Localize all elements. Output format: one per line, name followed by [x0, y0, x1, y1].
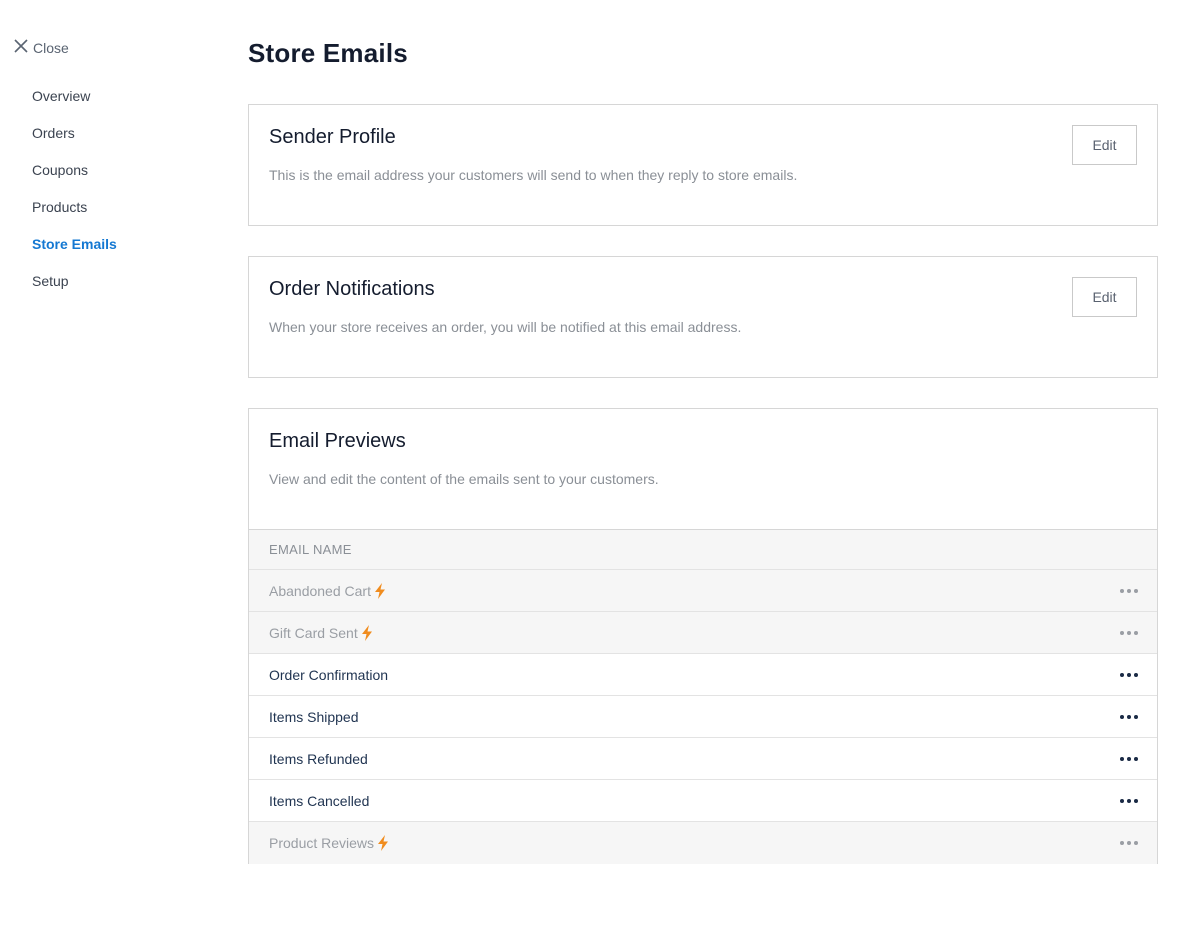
sender-profile-card: Sender Profile This is the email address…	[248, 104, 1158, 226]
close-label: Close	[33, 39, 69, 56]
sidebar-item-setup[interactable]: Setup	[32, 271, 117, 308]
email-name: Gift Card Sent	[269, 624, 358, 641]
order-notifications-edit-button[interactable]: Edit	[1072, 277, 1137, 317]
order-notifications-card: Order Notifications When your store rece…	[248, 256, 1158, 378]
email-previews-card: Email Previews View and edit the content…	[248, 408, 1158, 864]
email-row-items-shipped[interactable]: Items Shipped	[249, 696, 1157, 738]
lightning-bolt-icon	[377, 835, 389, 851]
order-notifications-title: Order Notifications	[269, 278, 435, 300]
sidebar-item-coupons[interactable]: Coupons	[32, 160, 117, 197]
sidebar-nav: Overview Orders Coupons Products Store E…	[32, 86, 117, 308]
email-name: Items Cancelled	[269, 792, 370, 809]
sidebar-item-overview[interactable]: Overview	[32, 86, 117, 123]
sidebar-item-orders[interactable]: Orders	[32, 123, 117, 160]
close-icon	[13, 38, 29, 57]
email-row-gift-card-sent[interactable]: Gift Card Sent	[249, 612, 1157, 654]
sender-profile-title: Sender Profile	[269, 126, 396, 148]
email-name: Order Confirmation	[269, 666, 389, 683]
email-row-items-refunded[interactable]: Items Refunded	[249, 738, 1157, 780]
more-options-icon[interactable]	[1120, 753, 1138, 765]
email-previews-description: View and edit the content of the emails …	[269, 471, 659, 487]
email-previews-title: Email Previews	[269, 430, 406, 452]
lightning-bolt-icon	[374, 582, 386, 599]
sender-profile-description: This is the email address your customers…	[269, 167, 798, 183]
column-header-email-name: EMAIL NAME	[249, 529, 1157, 570]
email-row-product-reviews[interactable]: Product Reviews	[249, 822, 1157, 864]
lightning-bolt-icon	[361, 624, 373, 641]
close-button[interactable]: Close	[13, 38, 69, 57]
email-row-order-confirmation[interactable]: Order Confirmation	[249, 654, 1157, 696]
email-name: Abandoned Cart	[269, 582, 371, 599]
more-options-icon[interactable]	[1120, 669, 1138, 681]
email-name: Items Refunded	[269, 750, 368, 767]
page-title: Store Emails	[248, 38, 408, 68]
more-options-icon[interactable]	[1120, 795, 1138, 807]
email-name: Product Reviews	[269, 835, 375, 851]
order-notifications-description: When your store receives an order, you w…	[269, 319, 742, 335]
email-row-abandoned-cart[interactable]: Abandoned Cart	[249, 570, 1157, 612]
more-options-icon[interactable]	[1120, 627, 1138, 639]
more-options-icon[interactable]	[1120, 711, 1138, 723]
more-options-icon[interactable]	[1120, 585, 1138, 597]
sidebar-item-products[interactable]: Products	[32, 197, 117, 234]
more-options-icon[interactable]	[1120, 837, 1138, 849]
email-name: Items Shipped	[269, 708, 359, 725]
sidebar-item-store-emails[interactable]: Store Emails	[32, 234, 117, 271]
email-row-items-cancelled[interactable]: Items Cancelled	[249, 780, 1157, 822]
email-previews-table: EMAIL NAME Abandoned Cart Gift Card Sent…	[249, 529, 1157, 864]
sender-profile-edit-button[interactable]: Edit	[1072, 125, 1137, 165]
